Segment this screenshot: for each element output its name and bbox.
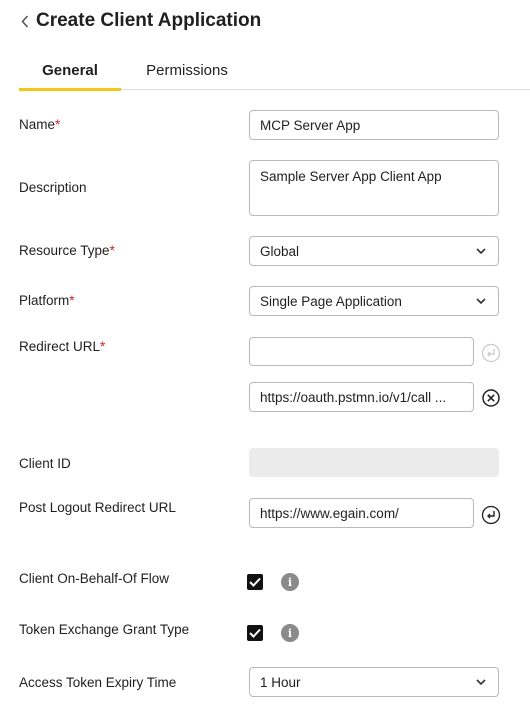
client-id-label: Client ID [19, 456, 71, 471]
required-marker: * [69, 293, 75, 308]
client-obo-flow-checkbox[interactable] [247, 574, 263, 590]
resource-type-select[interactable]: Global [249, 236, 499, 266]
redirect-url-input[interactable] [249, 337, 474, 366]
redirect-url-label: Redirect URL* [19, 339, 106, 354]
chevron-down-icon [476, 245, 488, 257]
redirect-url-entry[interactable]: https://oauth.pstmn.io/v1/call ... [249, 382, 474, 412]
page-title: Create Client Application [36, 10, 262, 31]
tab-bar: General Permissions [19, 50, 530, 91]
required-marker: * [55, 117, 61, 132]
required-marker: * [100, 339, 106, 354]
chevron-left-icon[interactable] [18, 10, 32, 32]
description-label: Description [19, 180, 87, 195]
post-logout-redirect-url-label: Post Logout Redirect URL [19, 500, 176, 515]
remove-circle-icon[interactable] [480, 387, 502, 409]
platform-label: Platform* [19, 293, 75, 308]
tab-permissions[interactable]: Permissions [137, 50, 237, 90]
token-exchange-checkbox[interactable] [247, 625, 263, 641]
description-textarea[interactable]: Sample Server App Client App [249, 160, 499, 216]
required-marker: * [109, 243, 115, 258]
post-logout-redirect-url-input[interactable]: https://www.egain.com/ [249, 498, 474, 528]
access-token-expiry-select[interactable]: 1 Hour [249, 667, 499, 697]
access-token-expiry-label: Access Token Expiry Time [19, 675, 177, 690]
client-id-field [249, 448, 499, 477]
client-obo-flow-label: Client On-Behalf-Of Flow [19, 571, 170, 586]
platform-select[interactable]: Single Page Application [249, 286, 499, 316]
name-label: Name* [19, 117, 61, 132]
page-header: Create Client Application [18, 8, 261, 34]
info-icon[interactable]: i [281, 573, 299, 591]
chevron-down-icon [476, 295, 488, 307]
info-icon[interactable]: i [281, 624, 299, 642]
tab-general[interactable]: General [19, 50, 121, 91]
name-input[interactable]: MCP Server App [249, 110, 499, 140]
enter-icon[interactable] [480, 504, 502, 526]
resource-type-label: Resource Type* [19, 243, 115, 258]
enter-icon[interactable] [480, 342, 502, 364]
chevron-down-icon [476, 676, 488, 688]
token-exchange-label: Token Exchange Grant Type [19, 622, 190, 637]
